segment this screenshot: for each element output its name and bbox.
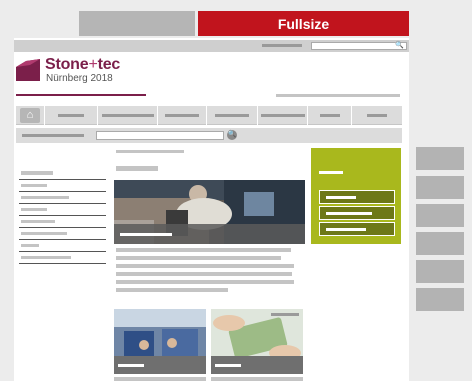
sidebar-title (21, 171, 53, 175)
tab-fullsize[interactable]: Fullsize (198, 11, 409, 36)
sidebar-divider (19, 215, 106, 216)
text-line (116, 248, 291, 252)
sidebar-item[interactable] (21, 256, 71, 259)
logo-subtitle: Nürnberg 2018 (46, 73, 113, 84)
tab-placeholder[interactable] (79, 11, 195, 36)
sidebar-item[interactable] (21, 232, 67, 235)
text-line (116, 256, 281, 260)
main-nav: ⌂ (16, 106, 402, 125)
side-panel-box-4[interactable] (416, 232, 464, 255)
sidebar-item[interactable] (21, 244, 39, 247)
text-line (116, 288, 228, 292)
logo-plus: + (88, 56, 98, 73)
hero-caption[interactable] (114, 224, 305, 244)
teaser-caption-1[interactable] (114, 356, 206, 374)
teaser-text-2 (211, 377, 303, 381)
nav-item-4[interactable] (206, 106, 257, 125)
side-panel-box-2[interactable] (416, 176, 464, 199)
text-line (116, 272, 292, 276)
highlight-button-3[interactable] (319, 222, 395, 236)
sidebar-item[interactable] (21, 196, 69, 199)
highlight-button-2[interactable] (319, 206, 395, 220)
page-preview: 🔍 Stone+tec Nürnberg 2018 ⌂ 🔍 (14, 38, 409, 381)
sidebar-divider (19, 251, 106, 252)
header-divider (16, 94, 146, 96)
highlight-button-1[interactable] (319, 190, 395, 204)
sidebar-divider (19, 179, 106, 180)
side-panel-box-1[interactable] (416, 147, 464, 170)
search-input[interactable] (96, 131, 224, 140)
sidebar-divider (19, 263, 106, 264)
nav-item-1[interactable] (44, 106, 97, 125)
sidebar-item[interactable] (21, 184, 47, 187)
sidebar-divider (19, 191, 106, 192)
logo-mark-icon (16, 59, 40, 81)
home-icon[interactable]: ⌂ (20, 108, 40, 123)
nav-item-7[interactable] (351, 106, 402, 125)
nav-item-3[interactable] (157, 106, 206, 125)
search-icon[interactable]: 🔍 (395, 42, 404, 50)
side-panel-box-3[interactable] (416, 204, 464, 227)
highlight-box (311, 148, 401, 244)
logo-name-end: tec (97, 56, 121, 73)
main-heading (116, 166, 158, 171)
side-panel-box-5[interactable] (416, 260, 464, 283)
header-link-placeholder[interactable] (276, 94, 400, 97)
sidebar-item[interactable] (21, 208, 47, 211)
text-line (116, 280, 294, 284)
search-bar: 🔍 (16, 128, 402, 143)
sidebar-divider (19, 239, 106, 240)
utility-bar: 🔍 (14, 40, 409, 52)
text-line (116, 264, 294, 268)
nav-item-5[interactable] (257, 106, 307, 125)
nav-item-2[interactable] (97, 106, 157, 125)
search-icon[interactable]: 🔍 (227, 130, 237, 140)
utility-search-input[interactable]: 🔍 (311, 42, 407, 50)
main-breadcrumb[interactable] (116, 150, 184, 153)
side-panel-box-6[interactable] (416, 288, 464, 311)
teaser-image-1[interactable] (114, 309, 206, 374)
sidebar-item[interactable] (21, 220, 55, 223)
nav-item-6[interactable] (307, 106, 351, 125)
logo-name: Stone+tec (45, 56, 120, 74)
highlight-box-title (319, 171, 343, 174)
teaser-caption-2[interactable] (211, 356, 303, 374)
teaser-image-2[interactable] (211, 309, 303, 374)
logo-name-start: Stone (45, 56, 89, 73)
sidebar-divider (19, 227, 106, 228)
utility-link[interactable] (262, 44, 302, 47)
search-label (22, 134, 84, 137)
sidebar-divider (19, 203, 106, 204)
teaser-text-1 (114, 377, 206, 381)
